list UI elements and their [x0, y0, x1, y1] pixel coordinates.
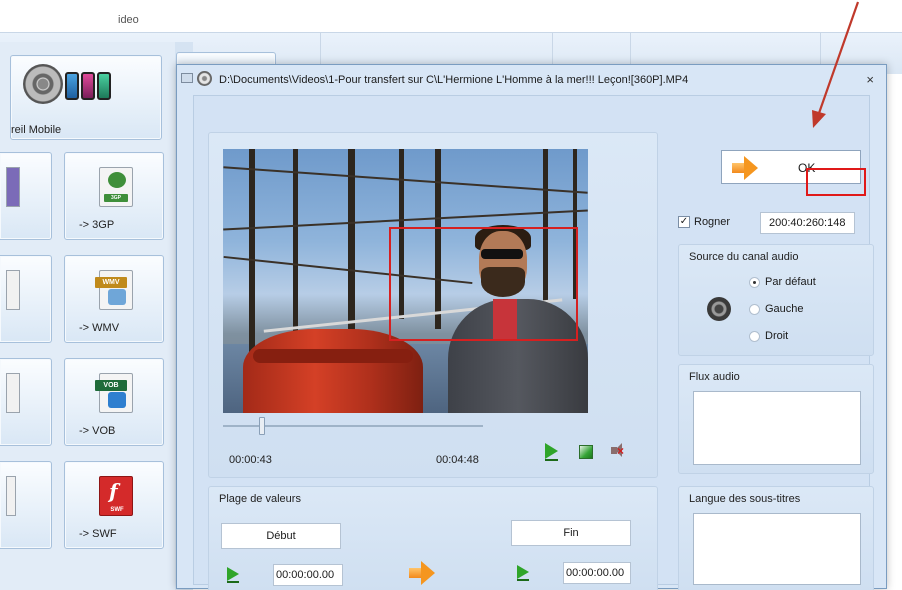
- mobile-device-card[interactable]: reil Mobile: [10, 55, 162, 140]
- crop-value-highlight: [806, 168, 866, 196]
- format-label: -> WMV: [79, 322, 120, 334]
- film-reel-icon: [197, 71, 212, 86]
- subtitle-title: Langue des sous-titres: [689, 493, 801, 505]
- window-icon: [181, 73, 193, 83]
- file-icon: [6, 270, 20, 310]
- range-title: Plage de valeurs: [219, 493, 301, 505]
- dialog-titlebar[interactable]: D:\Documents\Videos\1-Pour transfert sur…: [177, 65, 886, 95]
- mute-icon[interactable]: ×: [609, 441, 627, 459]
- crop-row: ✓ Rogner 200:40:260:148: [678, 212, 868, 234]
- format-card-3gp[interactable]: 3GP -> 3GP: [64, 152, 164, 240]
- file-icon: [6, 373, 20, 413]
- 3gp-file-icon: 3GP: [99, 167, 133, 207]
- play-end-icon[interactable]: [517, 565, 529, 581]
- arrow-right-icon: [409, 561, 439, 585]
- format-card-partial[interactable]: [0, 461, 52, 549]
- arrow-right-icon: [732, 156, 762, 180]
- video-preview[interactable]: [223, 149, 588, 413]
- file-icon: [6, 476, 16, 516]
- format-label: -> 3GP: [79, 219, 115, 231]
- film-reel-icon: [23, 64, 63, 104]
- end-button[interactable]: Fin: [511, 520, 631, 546]
- current-time: 00:00:43: [229, 454, 272, 466]
- start-button[interactable]: Début: [221, 523, 341, 549]
- seek-slider[interactable]: [259, 417, 265, 435]
- crop-dialog: D:\Documents\Videos\1-Pour transfert sur…: [176, 64, 887, 590]
- end-time-field[interactable]: 00:00:00.00: [563, 562, 631, 584]
- dialog-body: 00:00:43 00:04:48 × Plage de valeurs Déb…: [193, 95, 874, 590]
- wmv-file-icon: WMV: [95, 270, 133, 310]
- format-card-swf[interactable]: f SWF -> SWF: [64, 461, 164, 549]
- crop-value-field[interactable]: 200:40:260:148: [760, 212, 855, 234]
- video-panel: 00:00:43 00:04:48 ×: [208, 132, 658, 478]
- radio-button[interactable]: [749, 331, 760, 342]
- format-card-vob[interactable]: VOB -> VOB: [64, 358, 164, 446]
- format-card-wmv[interactable]: WMV -> WMV: [64, 255, 164, 343]
- app-top-text: ideo: [118, 14, 139, 26]
- format-label: -> VOB: [79, 425, 116, 437]
- crop-area-highlight: [389, 227, 578, 341]
- phone-icon: [97, 72, 111, 100]
- dialog-title: D:\Documents\Videos\1-Pour transfert sur…: [219, 74, 689, 86]
- close-button[interactable]: ×: [866, 72, 874, 87]
- range-panel: Plage de valeurs Début Fin 00:00:00.00 0…: [208, 486, 658, 590]
- crop-label: Rogner: [694, 216, 731, 228]
- speaker-icon: [707, 297, 731, 321]
- swf-file-icon: f SWF: [99, 476, 133, 516]
- format-card-partial[interactable]: [0, 152, 52, 240]
- phone-icon: [81, 72, 95, 100]
- play-icon[interactable]: [545, 443, 558, 461]
- audio-stream-title: Flux audio: [689, 371, 740, 383]
- total-time: 00:04:48: [436, 454, 479, 466]
- format-card-partial[interactable]: [0, 358, 52, 446]
- format-card-partial[interactable]: [0, 255, 52, 343]
- start-time-field[interactable]: 00:00:00.00: [273, 564, 343, 586]
- audio-stream-list[interactable]: [693, 391, 861, 465]
- file-icon: [6, 167, 20, 207]
- mobile-device-label: reil Mobile: [11, 124, 62, 136]
- audio-stream-panel: Flux audio: [678, 364, 874, 474]
- audio-source-title: Source du canal audio: [689, 251, 799, 263]
- format-label: -> SWF: [79, 528, 117, 540]
- audio-source-panel: Source du canal audio Par défaut Gauche …: [678, 244, 874, 356]
- crop-checkbox[interactable]: ✓: [678, 216, 690, 228]
- vob-file-icon: VOB: [95, 373, 133, 413]
- subtitle-panel: Langue des sous-titres: [678, 486, 874, 590]
- phone-icon: [65, 72, 79, 100]
- subtitle-list[interactable]: [693, 513, 861, 585]
- radio-button[interactable]: [749, 304, 760, 315]
- play-start-icon[interactable]: [227, 567, 239, 583]
- stop-icon[interactable]: [579, 445, 593, 459]
- radio-button[interactable]: [749, 277, 760, 288]
